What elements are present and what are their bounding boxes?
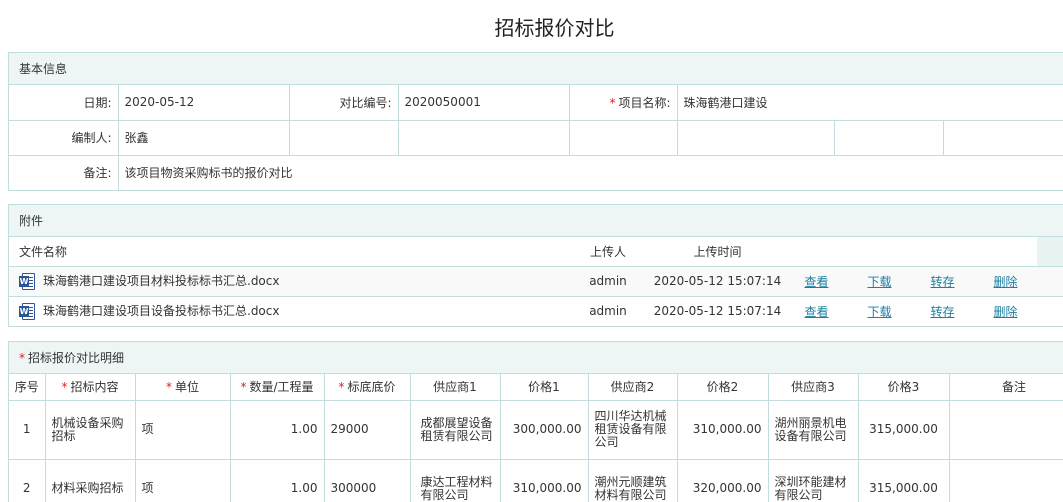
col-header-content: * 招标内容 — [44, 374, 136, 401]
row-qty[interactable]: 1.00 — [229, 458, 325, 502]
save-link[interactable]: 转存 — [930, 305, 954, 319]
row-base-price[interactable]: 29000 — [323, 399, 411, 460]
table-row: 1 机械设备采购招标 项 1.00 29000 成都展望设备租赁有限公司 300… — [9, 399, 1063, 460]
basic-info-panel: 基本信息 日期: 2020-05-12 对比编号: 2020050001 * 项目… — [8, 52, 1063, 191]
details-panel: * 招标报价对比明细 序号 * 招标内容 * 单位 * 数量/工程量 * 标底底价 供应商… — [8, 341, 1063, 502]
remark-value[interactable]: 该项目物资采购标书的报价对比 — [117, 154, 1063, 190]
row-supplier1[interactable]: 成都展望设备租赁有限公司 — [409, 399, 501, 460]
col-header-empty — [785, 237, 848, 267]
row-price3[interactable]: 315,000.00 — [857, 399, 950, 460]
editor-value[interactable]: 张鑫 — [117, 119, 290, 156]
code-value[interactable]: 2020050001 — [397, 85, 570, 121]
col-header-uploader: 上传人 — [566, 237, 650, 267]
row-supplier2[interactable]: 潮州元顺建筑材料有限公司 — [587, 458, 678, 502]
delete-link[interactable]: 删除 — [993, 305, 1017, 319]
save-link[interactable]: 转存 — [930, 275, 954, 289]
col-header-supplier2: 供应商2 — [587, 374, 678, 401]
row-price2[interactable]: 320,000.00 — [676, 458, 769, 502]
empty-cell — [676, 119, 835, 156]
attachments-table: 文件名称 上传人 上传时间 W 珠海鹤港口建设项目材料投标标书汇总.docx ad… — [9, 237, 1063, 326]
row-price1[interactable]: 300,000.00 — [499, 399, 589, 460]
download-link[interactable]: 下载 — [867, 305, 891, 319]
date-label: 日期: — [9, 85, 119, 121]
file-uploader: admin — [566, 265, 650, 297]
col-header-empty — [1037, 237, 1063, 267]
row-remark[interactable] — [948, 399, 1063, 460]
file-name-cell: W 珠海鹤港口建设项目设备投标标书汇总.docx — [9, 295, 566, 326]
col-header-no: 序号 — [9, 374, 46, 401]
col-header-base-price: * 标底底价 — [323, 374, 411, 401]
required-mark: * — [609, 95, 616, 110]
download-link[interactable]: 下载 — [867, 275, 891, 289]
empty-cell — [288, 119, 399, 156]
empty-cell — [942, 119, 1063, 156]
details-header: * 招标报价对比明细 — [9, 342, 1063, 374]
file-upload-time: 2020-05-12 15:07:14 — [650, 295, 785, 326]
row-base-price[interactable]: 300000 — [323, 458, 411, 502]
row-no: 1 — [9, 399, 46, 460]
basic-info-header: 基本信息 — [9, 53, 1063, 85]
col-header-empty — [974, 237, 1037, 267]
page-title: 招标报价对比 — [494, 16, 615, 40]
row-price1[interactable]: 310,000.00 — [499, 458, 589, 502]
row-price3[interactable]: 315,000.00 — [857, 458, 950, 502]
remark-label: 备注: — [9, 154, 119, 190]
col-header-price2: 价格2 — [676, 374, 769, 401]
file-upload-time: 2020-05-12 15:07:14 — [650, 265, 785, 297]
table-row: 2 材料采购招标 项 1.00 300000 康达工程材料有限公司 310,00… — [9, 458, 1063, 502]
row-qty[interactable]: 1.00 — [229, 399, 325, 460]
col-header-price1: 价格1 — [499, 374, 589, 401]
col-header-remark: 备注 — [948, 374, 1063, 401]
col-header-supplier1: 供应商1 — [409, 374, 501, 401]
col-header-unit: * 单位 — [134, 374, 231, 401]
col-header-empty — [911, 237, 974, 267]
word-document-icon: W — [19, 273, 35, 290]
row-unit[interactable]: 项 — [134, 399, 231, 460]
col-header-filename: 文件名称 — [9, 237, 566, 267]
details-table: 序号 * 招标内容 * 单位 * 数量/工程量 * 标底底价 供应商1 价格1 供应商2… — [9, 374, 1063, 502]
row-unit[interactable]: 项 — [134, 458, 231, 502]
col-header-supplier3: 供应商3 — [767, 374, 859, 401]
delete-link[interactable]: 删除 — [993, 275, 1017, 289]
word-document-icon: W — [19, 303, 35, 321]
project-label-cell: * 项目名称: — [568, 85, 678, 121]
required-mark: * — [19, 351, 25, 365]
empty-cell — [1037, 265, 1063, 297]
basic-info-table: 日期: 2020-05-12 对比编号: 2020050001 * 项目名称: 珠… — [9, 85, 1063, 190]
empty-cell — [833, 119, 944, 156]
table-row: W 珠海鹤港口建设项目设备投标标书汇总.docx admin 2020-05-12… — [9, 295, 1063, 326]
project-label: 项目名称: — [618, 95, 671, 110]
empty-cell — [1037, 295, 1063, 326]
editor-label: 编制人: — [9, 119, 119, 156]
file-uploader: admin — [566, 295, 650, 326]
empty-cell — [397, 119, 570, 156]
row-content[interactable]: 材料采购招标 — [44, 458, 136, 502]
col-header-qty: * 数量/工程量 — [229, 374, 325, 401]
row-content[interactable]: 机械设备采购招标 — [44, 399, 136, 460]
row-supplier1[interactable]: 康达工程材料有限公司 — [409, 458, 501, 502]
empty-cell — [568, 119, 678, 156]
row-supplier3[interactable]: 湖州丽景机电设备有限公司 — [767, 399, 859, 460]
file-name-cell: W 珠海鹤港口建设项目材料投标标书汇总.docx — [9, 265, 566, 297]
view-link[interactable]: 查看 — [804, 275, 828, 289]
attachments-header: 附件 — [9, 205, 1063, 237]
col-header-empty — [848, 237, 911, 267]
row-no: 2 — [9, 458, 46, 502]
file-name[interactable]: 珠海鹤港口建设项目材料投标标书汇总.docx — [43, 274, 279, 288]
file-name[interactable]: 珠海鹤港口建设项目设备投标标书汇总.docx — [43, 304, 279, 318]
row-price2[interactable]: 310,000.00 — [676, 399, 769, 460]
row-supplier3[interactable]: 深圳环能建材有限公司 — [767, 458, 859, 502]
table-row: W 珠海鹤港口建设项目材料投标标书汇总.docx admin 2020-05-12… — [9, 265, 1063, 297]
col-header-upload-time: 上传时间 — [650, 237, 785, 267]
row-supplier2[interactable]: 四川华达机械租赁设备有限公司 — [587, 399, 678, 460]
code-label: 对比编号: — [288, 85, 399, 121]
row-remark[interactable] — [948, 458, 1063, 502]
col-header-price3: 价格3 — [857, 374, 950, 401]
attachments-panel: 附件 文件名称 上传人 上传时间 W 珠海鹤港口建设项目材料投标标书汇总.docx… — [8, 204, 1063, 327]
project-value[interactable]: 珠海鹤港口建设 — [676, 85, 1063, 121]
view-link[interactable]: 查看 — [804, 305, 828, 319]
date-value[interactable]: 2020-05-12 — [117, 85, 290, 121]
